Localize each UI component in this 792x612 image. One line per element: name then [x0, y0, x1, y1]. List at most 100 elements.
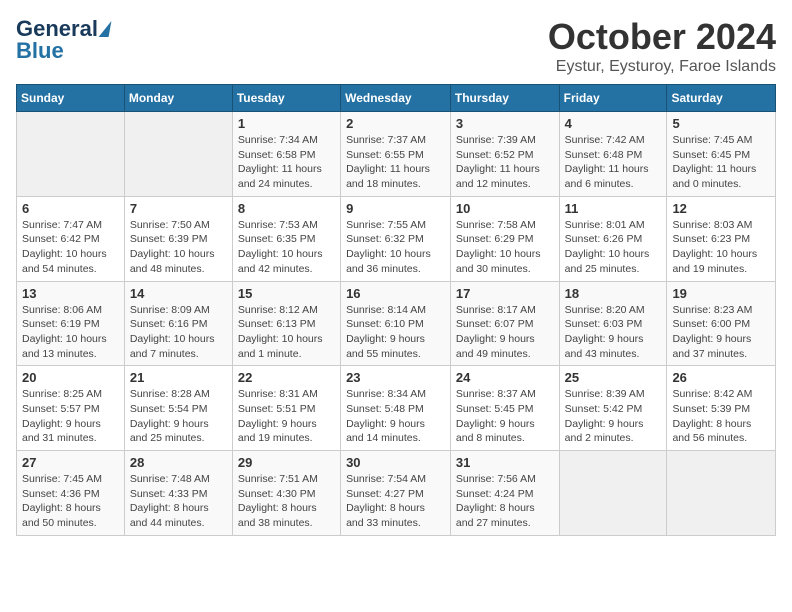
- day-number: 5: [672, 116, 770, 131]
- calendar-cell: 14 Sunrise: 8:09 AMSunset: 6:16 PMDayligh…: [124, 281, 232, 366]
- day-number: 30: [346, 455, 445, 470]
- weekday-header-tuesday: Tuesday: [232, 85, 340, 112]
- day-info: Sunrise: 7:39 AMSunset: 6:52 PMDaylight:…: [456, 133, 554, 192]
- calendar-cell: [559, 451, 667, 536]
- day-number: 14: [130, 286, 227, 301]
- calendar-cell: 15 Sunrise: 8:12 AMSunset: 6:13 PMDayligh…: [232, 281, 340, 366]
- day-number: 12: [672, 201, 770, 216]
- day-info: Sunrise: 7:34 AMSunset: 6:58 PMDaylight:…: [238, 133, 335, 192]
- logo: General Blue: [16, 16, 110, 64]
- calendar-cell: 16 Sunrise: 8:14 AMSunset: 6:10 PMDayligh…: [341, 281, 451, 366]
- day-number: 4: [565, 116, 662, 131]
- day-number: 2: [346, 116, 445, 131]
- day-info: Sunrise: 8:01 AMSunset: 6:26 PMDaylight:…: [565, 218, 662, 277]
- calendar-cell: 22 Sunrise: 8:31 AMSunset: 5:51 PMDayligh…: [232, 366, 340, 451]
- day-number: 11: [565, 201, 662, 216]
- calendar-cell: 4 Sunrise: 7:42 AMSunset: 6:48 PMDaylight…: [559, 112, 667, 197]
- weekday-header-thursday: Thursday: [450, 85, 559, 112]
- weekday-header-wednesday: Wednesday: [341, 85, 451, 112]
- day-info: Sunrise: 7:54 AMSunset: 4:27 PMDaylight:…: [346, 472, 445, 531]
- calendar-cell: 17 Sunrise: 8:17 AMSunset: 6:07 PMDayligh…: [450, 281, 559, 366]
- day-info: Sunrise: 7:56 AMSunset: 4:24 PMDaylight:…: [456, 472, 554, 531]
- day-info: Sunrise: 8:42 AMSunset: 5:39 PMDaylight:…: [672, 387, 770, 446]
- calendar-cell: 3 Sunrise: 7:39 AMSunset: 6:52 PMDaylight…: [450, 112, 559, 197]
- day-number: 24: [456, 370, 554, 385]
- day-info: Sunrise: 8:20 AMSunset: 6:03 PMDaylight:…: [565, 303, 662, 362]
- weekday-header-row: SundayMondayTuesdayWednesdayThursdayFrid…: [17, 85, 776, 112]
- day-info: Sunrise: 8:14 AMSunset: 6:10 PMDaylight:…: [346, 303, 445, 362]
- day-number: 28: [130, 455, 227, 470]
- calendar-cell: 27 Sunrise: 7:45 AMSunset: 4:36 PMDayligh…: [17, 451, 125, 536]
- day-info: Sunrise: 7:51 AMSunset: 4:30 PMDaylight:…: [238, 472, 335, 531]
- calendar-cell: 30 Sunrise: 7:54 AMSunset: 4:27 PMDayligh…: [341, 451, 451, 536]
- calendar-cell: 11 Sunrise: 8:01 AMSunset: 6:26 PMDayligh…: [559, 196, 667, 281]
- day-number: 17: [456, 286, 554, 301]
- day-info: Sunrise: 8:34 AMSunset: 5:48 PMDaylight:…: [346, 387, 445, 446]
- week-row-2: 13Sunrise: 8:06 AMSunset: 6:19 PMDayligh…: [17, 281, 776, 366]
- day-number: 8: [238, 201, 335, 216]
- calendar-cell: 28 Sunrise: 7:48 AMSunset: 4:33 PMDayligh…: [124, 451, 232, 536]
- calendar-cell: 10 Sunrise: 7:58 AMSunset: 6:29 PMDayligh…: [450, 196, 559, 281]
- day-number: 23: [346, 370, 445, 385]
- day-number: 16: [346, 286, 445, 301]
- calendar-cell: 12 Sunrise: 8:03 AMSunset: 6:23 PMDayligh…: [667, 196, 776, 281]
- day-info: Sunrise: 7:37 AMSunset: 6:55 PMDaylight:…: [346, 133, 445, 192]
- day-info: Sunrise: 8:28 AMSunset: 5:54 PMDaylight:…: [130, 387, 227, 446]
- month-title: October 2024: [548, 16, 776, 58]
- day-info: Sunrise: 7:42 AMSunset: 6:48 PMDaylight:…: [565, 133, 662, 192]
- calendar-cell: 21 Sunrise: 8:28 AMSunset: 5:54 PMDayligh…: [124, 366, 232, 451]
- day-number: 22: [238, 370, 335, 385]
- calendar-cell: 31Sunrise: 7:56 AMSunset: 4:24 PMDayligh…: [450, 451, 559, 536]
- week-row-3: 20 Sunrise: 8:25 AMSunset: 5:57 PMDayligh…: [17, 366, 776, 451]
- calendar-cell: 23 Sunrise: 8:34 AMSunset: 5:48 PMDayligh…: [341, 366, 451, 451]
- calendar-cell: 26 Sunrise: 8:42 AMSunset: 5:39 PMDayligh…: [667, 366, 776, 451]
- day-number: 15: [238, 286, 335, 301]
- day-info: Sunrise: 8:31 AMSunset: 5:51 PMDaylight:…: [238, 387, 335, 446]
- day-info: Sunrise: 8:17 AMSunset: 6:07 PMDaylight:…: [456, 303, 554, 362]
- calendar-cell: 6 Sunrise: 7:47 AMSunset: 6:42 PMDaylight…: [17, 196, 125, 281]
- day-info: Sunrise: 7:55 AMSunset: 6:32 PMDaylight:…: [346, 218, 445, 277]
- day-info: Sunrise: 7:47 AMSunset: 6:42 PMDaylight:…: [22, 218, 119, 277]
- day-info: Sunrise: 8:12 AMSunset: 6:13 PMDaylight:…: [238, 303, 335, 362]
- logo-arrow-icon: [99, 21, 112, 37]
- calendar-cell: 25Sunrise: 8:39 AMSunset: 5:42 PMDayligh…: [559, 366, 667, 451]
- day-number: 10: [456, 201, 554, 216]
- day-info: Sunrise: 7:48 AMSunset: 4:33 PMDaylight:…: [130, 472, 227, 531]
- day-info: Sunrise: 8:03 AMSunset: 6:23 PMDaylight:…: [672, 218, 770, 277]
- day-info: Sunrise: 8:09 AMSunset: 6:16 PMDaylight:…: [130, 303, 227, 362]
- day-number: 26: [672, 370, 770, 385]
- calendar-cell: 13Sunrise: 8:06 AMSunset: 6:19 PMDayligh…: [17, 281, 125, 366]
- day-info: Sunrise: 8:37 AMSunset: 5:45 PMDaylight:…: [456, 387, 554, 446]
- calendar-cell: 5 Sunrise: 7:45 AMSunset: 6:45 PMDaylight…: [667, 112, 776, 197]
- day-info: Sunrise: 8:25 AMSunset: 5:57 PMDaylight:…: [22, 387, 119, 446]
- calendar-cell: 24 Sunrise: 8:37 AMSunset: 5:45 PMDayligh…: [450, 366, 559, 451]
- week-row-0: 1 Sunrise: 7:34 AMSunset: 6:58 PMDaylight…: [17, 112, 776, 197]
- day-number: 1: [238, 116, 335, 131]
- day-info: Sunrise: 8:23 AMSunset: 6:00 PMDaylight:…: [672, 303, 770, 362]
- day-info: Sunrise: 7:45 AMSunset: 6:45 PMDaylight:…: [672, 133, 770, 192]
- day-number: 18: [565, 286, 662, 301]
- calendar-table: SundayMondayTuesdayWednesdayThursdayFrid…: [16, 84, 776, 536]
- weekday-header-monday: Monday: [124, 85, 232, 112]
- day-number: 6: [22, 201, 119, 216]
- day-info: Sunrise: 7:58 AMSunset: 6:29 PMDaylight:…: [456, 218, 554, 277]
- day-number: 20: [22, 370, 119, 385]
- calendar-cell: 8 Sunrise: 7:53 AMSunset: 6:35 PMDaylight…: [232, 196, 340, 281]
- calendar-cell: 29 Sunrise: 7:51 AMSunset: 4:30 PMDayligh…: [232, 451, 340, 536]
- calendar-cell: 19 Sunrise: 8:23 AMSunset: 6:00 PMDayligh…: [667, 281, 776, 366]
- calendar-cell: [17, 112, 125, 197]
- day-number: 19: [672, 286, 770, 301]
- day-info: Sunrise: 7:53 AMSunset: 6:35 PMDaylight:…: [238, 218, 335, 277]
- week-row-4: 27 Sunrise: 7:45 AMSunset: 4:36 PMDayligh…: [17, 451, 776, 536]
- day-info: Sunrise: 8:39 AMSunset: 5:42 PMDaylight:…: [565, 387, 662, 446]
- day-number: 21: [130, 370, 227, 385]
- day-number: 3: [456, 116, 554, 131]
- weekday-header-friday: Friday: [559, 85, 667, 112]
- day-number: 13: [22, 286, 119, 301]
- week-row-1: 6 Sunrise: 7:47 AMSunset: 6:42 PMDaylight…: [17, 196, 776, 281]
- day-number: 9: [346, 201, 445, 216]
- day-number: 27: [22, 455, 119, 470]
- day-info: Sunrise: 7:45 AMSunset: 4:36 PMDaylight:…: [22, 472, 119, 531]
- calendar-cell: 9 Sunrise: 7:55 AMSunset: 6:32 PMDaylight…: [341, 196, 451, 281]
- day-number: 29: [238, 455, 335, 470]
